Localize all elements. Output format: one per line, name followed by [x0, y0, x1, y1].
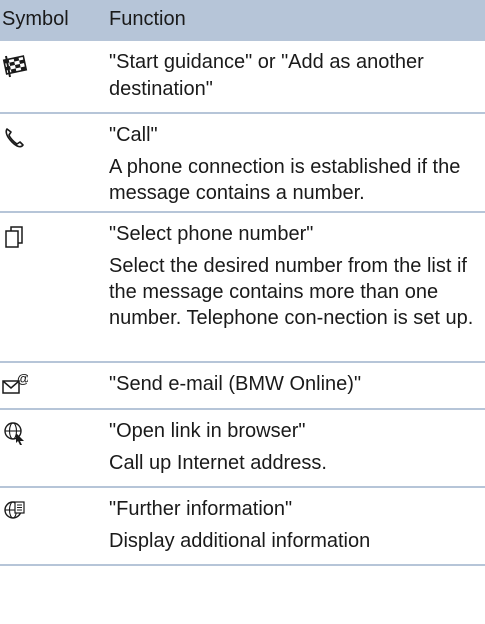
table-header: Symbol Function	[0, 0, 485, 41]
row-title: "Send e-mail (BMW Online)"	[109, 373, 362, 395]
table-row: @ "Send e-mail (BMW Online)"	[0, 363, 485, 410]
header-symbol: Symbol	[2, 8, 69, 30]
checkered-flag-icon	[2, 52, 28, 78]
row-description: Select the desired number from the list …	[109, 255, 474, 329]
row-title: "Open link in browser"	[109, 420, 306, 442]
row-title: "Call"	[109, 124, 158, 146]
table-row: "Open link in browser" Call up Internet …	[0, 410, 485, 488]
table-row: "Further information" Display additional…	[0, 488, 485, 566]
row-description: Call up Internet address.	[109, 452, 327, 474]
email-at-icon: @	[2, 371, 28, 397]
globe-cursor-icon	[2, 420, 28, 446]
row-title: "Start guidance" or "Add as another dest…	[109, 51, 424, 100]
table-row: "Start guidance" or "Add as another dest…	[0, 41, 485, 114]
phone-handset-icon	[2, 124, 28, 150]
header-function: Function	[109, 8, 186, 30]
select-number-icon	[2, 224, 28, 250]
row-description: A phone connection is established if the…	[109, 156, 461, 204]
row-title: "Select phone number"	[109, 223, 314, 245]
table-row: "Call" A phone connection is established…	[0, 114, 485, 213]
row-title: "Further information"	[109, 498, 293, 520]
row-description: Display additional information	[109, 530, 371, 552]
svg-text:@: @	[17, 371, 28, 386]
globe-info-icon	[2, 498, 28, 524]
table-row: "Select phone number" Select the desired…	[0, 213, 485, 363]
symbol-function-table: Symbol Function "Start guidance" or "Add…	[0, 0, 485, 566]
